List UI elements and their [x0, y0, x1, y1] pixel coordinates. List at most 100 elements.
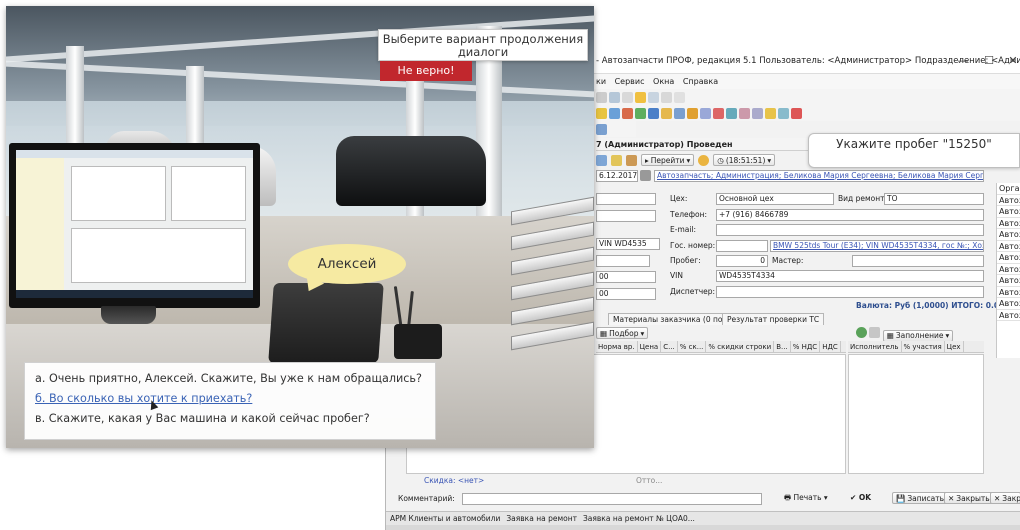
mileage-hint: Укажите пробег "15250": [808, 133, 1020, 168]
extra-icon[interactable]: [596, 123, 607, 135]
master-field[interactable]: [852, 255, 984, 267]
save-doc-icon[interactable]: [596, 154, 607, 166]
pick-button[interactable]: ▦ Подбор ▾: [596, 327, 649, 339]
undo-icon[interactable]: [596, 91, 607, 103]
info-icon[interactable]: [635, 91, 646, 103]
minimize-icon[interactable]: —: [950, 48, 976, 74]
close-button-2[interactable]: ✕ Закры: [990, 492, 1020, 504]
stop-icon[interactable]: [713, 107, 724, 119]
phone-field[interactable]: +7 (916) 8466789: [716, 209, 984, 221]
organization-field[interactable]: Автозапчасть; Администрация; Беликова Ма…: [654, 170, 984, 182]
money-icon[interactable]: [635, 107, 646, 119]
mileage-field[interactable]: 0: [716, 255, 768, 267]
otto-label: Отто...: [636, 476, 663, 485]
left-field-1[interactable]: [596, 193, 656, 205]
phone-label: Телефон:: [670, 210, 708, 219]
comment-label: Комментарий:: [398, 494, 455, 503]
star-icon[interactable]: [765, 107, 776, 119]
tools-icon[interactable]: [687, 107, 698, 119]
left-num-field-2[interactable]: 00: [596, 288, 656, 300]
mileage-label: Пробег:: [670, 256, 701, 265]
help-icon[interactable]: [698, 154, 710, 166]
refresh-icon[interactable]: [622, 91, 633, 103]
close-button[interactable]: ✕ Закрыть: [944, 492, 994, 504]
memory-icon[interactable]: [674, 91, 685, 103]
box-icon[interactable]: [661, 107, 672, 119]
status-strip: [386, 525, 1020, 530]
post-icon[interactable]: [611, 154, 622, 166]
orders-list[interactable]: Органи Автоза Автоза Автоза Автоза Автоз…: [996, 183, 1020, 358]
vin-label: VIN: [670, 271, 683, 280]
tab-inspection-result[interactable]: Результат проверки ТС: [722, 313, 825, 325]
price-icon[interactable]: [700, 107, 711, 119]
answer-option-a[interactable]: а. Очень приятно, Алексей. Скажите, Вы у…: [35, 369, 435, 389]
menu-item-help[interactable]: Справка: [683, 77, 718, 86]
flag-icon[interactable]: [791, 107, 802, 119]
answer-option-b[interactable]: б. Во сколько вы хотите к приехать?: [35, 389, 435, 409]
copy-icon[interactable]: [626, 154, 637, 166]
repair-type-field[interactable]: ТО: [884, 193, 984, 205]
list-item[interactable]: Автоза: [997, 252, 1020, 264]
fill-button[interactable]: ▦ Заполнение ▾: [882, 329, 954, 342]
maximize-icon[interactable]: ☐: [976, 48, 1002, 74]
shop-field[interactable]: Основной цех: [716, 193, 834, 205]
menu-item-windows[interactable]: Окна: [653, 77, 674, 86]
left-num-field-1[interactable]: 00: [596, 271, 656, 283]
calendar-icon[interactable]: [661, 91, 672, 103]
dispatcher-field[interactable]: [716, 286, 984, 298]
report-icon[interactable]: [622, 107, 633, 119]
list-item[interactable]: Автоза: [997, 298, 1020, 310]
left-field-2[interactable]: [596, 210, 656, 222]
comment-field[interactable]: [462, 493, 762, 505]
list-item[interactable]: Автоза: [997, 195, 1020, 206]
list-item[interactable]: Автоза: [997, 287, 1020, 298]
time-button[interactable]: ◷ (18:51:51) ▾: [713, 154, 776, 166]
users-icon[interactable]: [739, 107, 750, 119]
menu-item-actions[interactable]: ки: [596, 77, 606, 86]
vin-field[interactable]: WD4535T4334: [716, 270, 984, 282]
taskbar-item[interactable]: АРМ Клиенты и автомобили: [390, 512, 500, 525]
add-icon[interactable]: [856, 327, 867, 338]
list-item[interactable]: Автоза: [997, 310, 1020, 321]
table-icon[interactable]: [648, 107, 659, 119]
taskbar-item[interactable]: Заявка на ремонт № ЦОА0...: [583, 512, 695, 525]
menu-item-service[interactable]: Сервис: [615, 77, 645, 86]
list-item[interactable]: Органи: [997, 183, 1020, 195]
left-vin-field[interactable]: VIN WD4535: [596, 238, 660, 250]
list-item[interactable]: Автоза: [997, 218, 1020, 229]
calendar-picker-icon[interactable]: [640, 170, 651, 181]
list-item[interactable]: Автоза: [997, 241, 1020, 252]
taskbar: АРМ Клиенты и автомобили Заявка на ремон…: [386, 511, 1020, 525]
answer-options: а. Очень приятно, Алексей. Скажите, Вы у…: [24, 362, 436, 440]
delete-icon[interactable]: [869, 327, 881, 338]
folder-icon[interactable]: [596, 107, 607, 119]
calc-icon[interactable]: [648, 91, 659, 103]
tab-customer-materials[interactable]: Материалы заказчика (0 поз.): [608, 313, 737, 325]
car-link[interactable]: BMW 525tds Tour (E34); VIN WD4535T4334, …: [770, 240, 984, 252]
list-item[interactable]: Автоза: [997, 229, 1020, 241]
settings-icon[interactable]: [778, 107, 789, 119]
grid2-toolbar: ▦ Заполнение ▾: [856, 327, 954, 342]
list-item[interactable]: Автоза: [997, 275, 1020, 287]
mail-icon[interactable]: [752, 107, 763, 119]
grid-toolbar: ▦ Подбор ▾: [596, 327, 649, 340]
doc-icon[interactable]: [609, 107, 620, 119]
email-field[interactable]: [716, 224, 984, 236]
save-button[interactable]: 💾 Записать: [892, 492, 949, 504]
close-icon[interactable]: ✕: [1000, 48, 1020, 74]
left-field-3[interactable]: [596, 255, 650, 267]
car-icon[interactable]: [674, 107, 685, 119]
executors-grid[interactable]: [848, 354, 984, 474]
goto-button[interactable]: ▸ Перейти ▾: [641, 154, 695, 166]
date-field[interactable]: 6.12.2017: [596, 170, 638, 182]
chart-icon[interactable]: [726, 107, 737, 119]
redo-icon[interactable]: [609, 91, 620, 103]
plate-field[interactable]: [716, 240, 768, 252]
ok-button[interactable]: ✔ OK: [850, 492, 871, 504]
taskbar-item[interactable]: Заявка на ремонт: [506, 512, 577, 525]
answer-option-c[interactable]: в. Скажите, какая у Вас машина и какой с…: [35, 409, 435, 429]
print-button[interactable]: 🖶 Печать ▾: [784, 492, 828, 504]
list-item[interactable]: Автоза: [997, 264, 1020, 275]
list-item[interactable]: Автоза: [997, 206, 1020, 218]
plate-label: Гос. номер:: [670, 241, 716, 250]
